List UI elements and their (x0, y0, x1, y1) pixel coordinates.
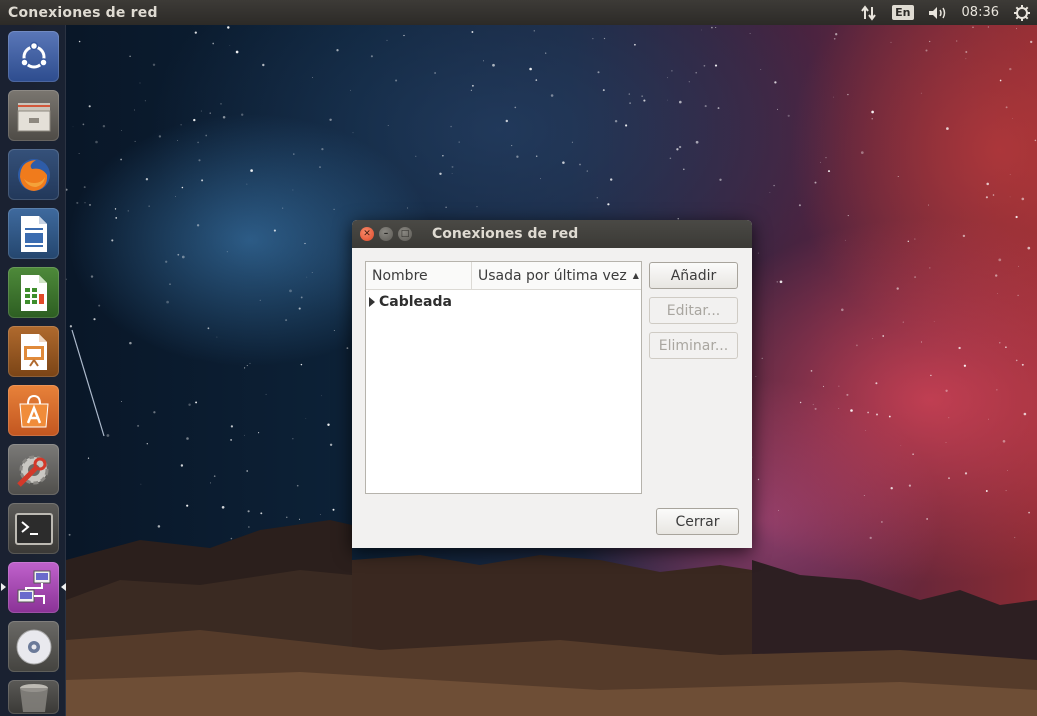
column-last-used-label: Usada por última vez (478, 267, 627, 284)
terminal-icon[interactable] (8, 503, 59, 554)
keyboard-layout-indicator[interactable]: En (892, 5, 914, 20)
delete-button[interactable]: Eliminar... (649, 332, 738, 359)
window-minimize-icon[interactable]: – (379, 227, 393, 241)
dvd-icon[interactable] (8, 621, 59, 672)
ubuntu-dash-icon[interactable] (8, 31, 59, 82)
dialog-title: Conexiones de red (432, 226, 579, 242)
network-connections-icon[interactable] (8, 562, 59, 613)
launcher-focus-indicator (61, 583, 66, 591)
expander-arrow-icon[interactable] (369, 297, 375, 307)
connections-list[interactable]: Nombre Usada por última vez ▲ Cableada (365, 261, 642, 494)
top-panel: Conexiones de red En 08:36 (0, 0, 1037, 25)
writer-icon[interactable] (8, 208, 59, 259)
volume-icon[interactable] (928, 6, 948, 20)
launcher (0, 25, 66, 716)
column-name-label: Nombre (372, 267, 428, 284)
indicator-area: En 08:36 (860, 0, 1031, 25)
power-gear-icon[interactable] (1013, 4, 1031, 22)
sort-ascending-icon: ▲ (632, 271, 639, 280)
window-close-icon[interactable]: ✕ (360, 227, 374, 241)
software-center-icon[interactable] (8, 385, 59, 436)
list-item-label: Cableada (379, 294, 452, 310)
network-connections-dialog: ✕ – □ Conexiones de red Nombre Usada por… (352, 220, 752, 548)
launcher-running-indicator (1, 583, 6, 591)
clock[interactable]: 08:36 (962, 5, 999, 20)
firefox-icon[interactable] (8, 149, 59, 200)
column-header-name[interactable]: Nombre (366, 262, 472, 289)
dialog-titlebar[interactable]: ✕ – □ Conexiones de red (352, 220, 752, 248)
active-app-title: Conexiones de red (8, 4, 158, 21)
network-indicator-icon[interactable] (860, 4, 878, 21)
close-button[interactable]: Cerrar (656, 508, 739, 535)
files-icon[interactable] (8, 90, 59, 141)
system-settings-icon[interactable] (8, 444, 59, 495)
impress-icon[interactable] (8, 326, 59, 377)
trash-icon[interactable] (8, 680, 59, 714)
list-item[interactable]: Cableada (366, 290, 641, 314)
column-header-last-used[interactable]: Usada por última vez ▲ (472, 262, 641, 289)
calc-icon[interactable] (8, 267, 59, 318)
add-button[interactable]: Añadir (649, 262, 738, 289)
list-header: Nombre Usada por última vez ▲ (366, 262, 641, 290)
window-maximize-icon[interactable]: □ (398, 227, 412, 241)
edit-button[interactable]: Editar... (649, 297, 738, 324)
